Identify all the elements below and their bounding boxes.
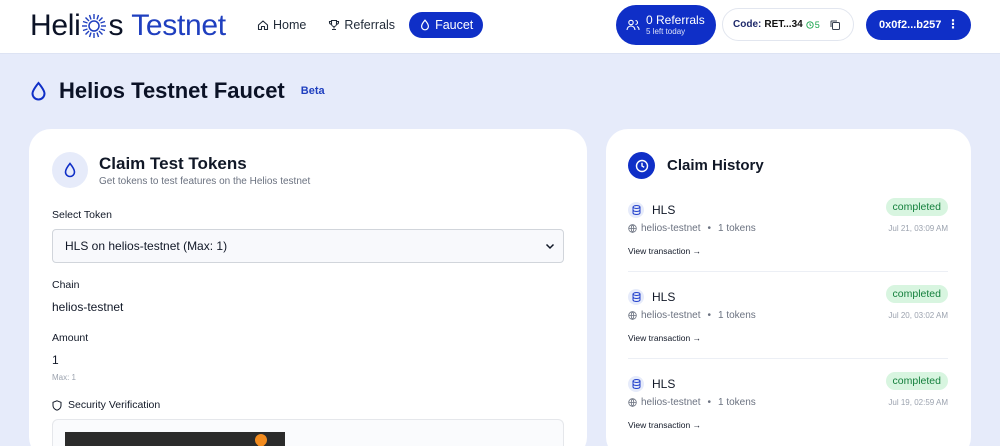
beta-badge: Beta bbox=[300, 85, 325, 97]
claim-title: Claim Test Tokens bbox=[99, 153, 247, 173]
referral-code-pill: Code: RET...34 5 bbox=[722, 8, 854, 41]
history-token-row: HLS bbox=[628, 289, 675, 305]
divider bbox=[628, 271, 948, 272]
history-chain: helios-testnet bbox=[641, 310, 701, 321]
view-transaction-link[interactable]: View transaction → bbox=[628, 333, 701, 343]
history-meta: helios-testnet • 1 tokens bbox=[628, 223, 756, 234]
database-icon bbox=[628, 376, 644, 392]
wallet-address: 0x0f2...b257 bbox=[879, 19, 942, 31]
amount-value[interactable]: 1 bbox=[52, 353, 59, 367]
history-token-row: HLS bbox=[628, 202, 675, 218]
wallet-button[interactable]: 0x0f2...b257 ⋮ bbox=[866, 10, 971, 40]
logo-text-mid: s bbox=[108, 9, 124, 42]
history-card: Claim History HLS completed helios-testn… bbox=[606, 129, 971, 446]
copy-icon[interactable] bbox=[829, 19, 841, 31]
referrals-left: 5 left today bbox=[646, 27, 686, 36]
amount-label: Amount bbox=[52, 332, 89, 344]
main-nav: Home Referrals Faucet bbox=[249, 12, 484, 38]
view-transaction-link[interactable]: View transaction → bbox=[628, 420, 701, 430]
shield-icon bbox=[52, 399, 62, 411]
clock-icon-circle bbox=[628, 152, 655, 179]
select-token-label: Select Token bbox=[52, 209, 112, 221]
claim-card: Claim Test Tokens Get tokens to test fea… bbox=[29, 129, 587, 446]
history-item: HLS completed helios-testnet • 1 tokens … bbox=[628, 285, 948, 369]
clock-icon bbox=[806, 20, 814, 29]
separator-dot: • bbox=[707, 397, 711, 408]
token-select[interactable]: HLS on helios-testnet (Max: 1) bbox=[52, 229, 564, 263]
amount-max-note: Max: 1 bbox=[52, 373, 77, 382]
cloudflare-icon bbox=[252, 431, 270, 446]
history-chain: helios-testnet bbox=[641, 397, 701, 408]
code-count: 5 bbox=[806, 20, 820, 30]
claim-header: Claim Test Tokens Get tokens to test fea… bbox=[52, 152, 310, 188]
history-meta: helios-testnet • 1 tokens bbox=[628, 310, 756, 321]
database-icon bbox=[628, 202, 644, 218]
status-badge: completed bbox=[885, 372, 948, 390]
status-badge: completed bbox=[885, 198, 948, 216]
referrals-button[interactable]: 0 Referrals 5 left today bbox=[616, 5, 716, 45]
history-amount: 1 tokens bbox=[718, 223, 756, 234]
security-verification-label: Security Verification bbox=[52, 399, 160, 411]
history-date: Jul 21, 03:09 AM bbox=[888, 224, 948, 233]
history-token: HLS bbox=[652, 377, 676, 391]
globe-icon bbox=[628, 398, 637, 407]
clock-icon bbox=[635, 159, 648, 172]
database-icon bbox=[628, 289, 644, 305]
history-chain: helios-testnet bbox=[641, 223, 701, 234]
droplet-icon bbox=[31, 81, 46, 101]
history-date: Jul 19, 02:59 AM bbox=[888, 398, 948, 407]
history-token-row: HLS bbox=[628, 376, 675, 392]
logo-text-testnet: Testnet bbox=[131, 9, 226, 42]
droplet-icon bbox=[64, 162, 76, 178]
home-icon bbox=[257, 20, 269, 31]
history-header: Claim History bbox=[628, 152, 764, 179]
nav-referrals-label: Referrals bbox=[344, 18, 396, 32]
trophy-icon bbox=[329, 19, 340, 31]
logo-text-start: Heli bbox=[30, 9, 81, 42]
separator-dot: • bbox=[707, 310, 711, 321]
claim-subtitle: Get tokens to test features on the Helio… bbox=[99, 175, 311, 187]
chain-label: Chain bbox=[52, 279, 80, 291]
captcha-container bbox=[52, 419, 564, 446]
history-date: Jul 20, 03:02 AM bbox=[888, 311, 948, 320]
globe-icon bbox=[628, 311, 637, 320]
nav-faucet-label: Faucet bbox=[435, 18, 474, 32]
code-value: RET...34 bbox=[764, 19, 803, 30]
history-amount: 1 tokens bbox=[718, 397, 756, 408]
captcha-widget[interactable] bbox=[65, 431, 285, 446]
nav-referrals[interactable]: Referrals bbox=[320, 12, 403, 38]
claim-icon-circle bbox=[52, 152, 88, 188]
history-amount: 1 tokens bbox=[718, 310, 756, 321]
separator-dot: • bbox=[707, 223, 711, 234]
referrals-count: 0 Referrals bbox=[646, 13, 705, 27]
history-title: Claim History bbox=[667, 157, 764, 174]
top-bar: Heli s Testnet Home Referrals Faucet 0 R… bbox=[0, 0, 1000, 54]
history-token: HLS bbox=[652, 203, 676, 217]
droplet-icon bbox=[421, 19, 430, 31]
code-count-value: 5 bbox=[814, 19, 820, 30]
token-select-value: HLS on helios-testnet (Max: 1) bbox=[65, 239, 228, 253]
helios-logo[interactable]: Heli s Testnet bbox=[30, 6, 226, 46]
status-badge: completed bbox=[885, 285, 948, 303]
chain-value: helios-testnet bbox=[52, 300, 124, 314]
view-transaction-link[interactable]: View transaction → bbox=[628, 246, 701, 256]
nav-faucet[interactable]: Faucet bbox=[409, 12, 484, 38]
history-token: HLS bbox=[652, 290, 676, 304]
chevron-down-icon bbox=[545, 243, 555, 250]
history-item: HLS completed helios-testnet • 1 tokens … bbox=[628, 198, 948, 282]
page-title-row: Helios Testnet Faucet Beta bbox=[30, 78, 325, 104]
globe-icon bbox=[628, 224, 637, 233]
divider bbox=[628, 358, 948, 359]
nav-home[interactable]: Home bbox=[249, 12, 314, 38]
history-meta: helios-testnet • 1 tokens bbox=[628, 397, 756, 408]
history-item: HLS completed helios-testnet • 1 tokens … bbox=[628, 372, 948, 446]
page-title: Helios Testnet Faucet bbox=[59, 78, 285, 103]
nav-home-label: Home bbox=[273, 18, 307, 32]
more-vertical-icon[interactable]: ⋮ bbox=[947, 18, 959, 30]
sun-logo-icon bbox=[82, 14, 107, 38]
users-icon bbox=[626, 19, 640, 31]
security-label-text: Security Verification bbox=[68, 399, 161, 411]
code-label: Code: bbox=[733, 19, 762, 30]
